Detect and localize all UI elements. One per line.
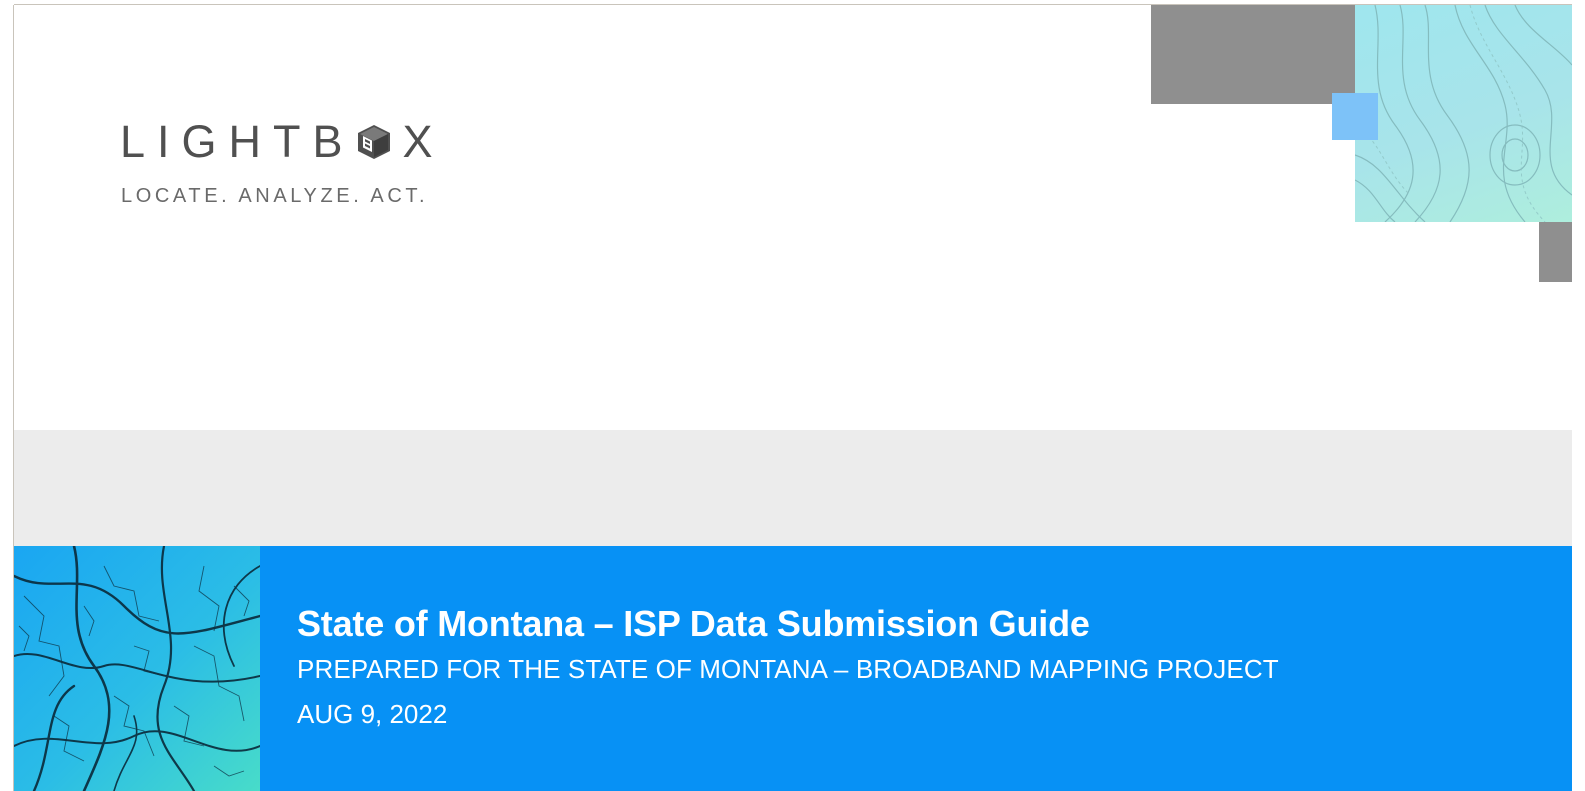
document-date: AUG 9, 2022: [297, 699, 448, 729]
cover-page: LIGHTB X LOCATE. ANALYZE. ACT. State of …: [14, 5, 1572, 791]
title-block: State of Montana – ISP Data Submission G…: [297, 602, 1279, 730]
decorative-gray-tab: [1539, 222, 1572, 282]
logo-word-start: LIGHTB: [120, 116, 355, 167]
logo-tagline: LOCATE. ANALYZE. ACT.: [121, 185, 429, 207]
decorative-blue-square: [1332, 93, 1378, 140]
gray-band: [14, 430, 1572, 546]
title-band: State of Montana – ISP Data Submission G…: [14, 546, 1572, 791]
logo-wordmark: LIGHTB X: [120, 117, 445, 167]
topographic-pattern-image: [1354, 5, 1572, 223]
road-map-image: [14, 546, 260, 791]
cube-icon: [355, 122, 393, 162]
lightbox-logo: LIGHTB X LOCATE. ANALYZE. ACT.: [120, 117, 445, 208]
document-title: State of Montana – ISP Data Submission G…: [297, 603, 1090, 644]
logo-word-end: X: [402, 116, 445, 167]
decorative-gray-block: [1151, 5, 1356, 104]
document-subtitle: PREPARED FOR THE STATE OF MONTANA – BROA…: [297, 654, 1279, 684]
